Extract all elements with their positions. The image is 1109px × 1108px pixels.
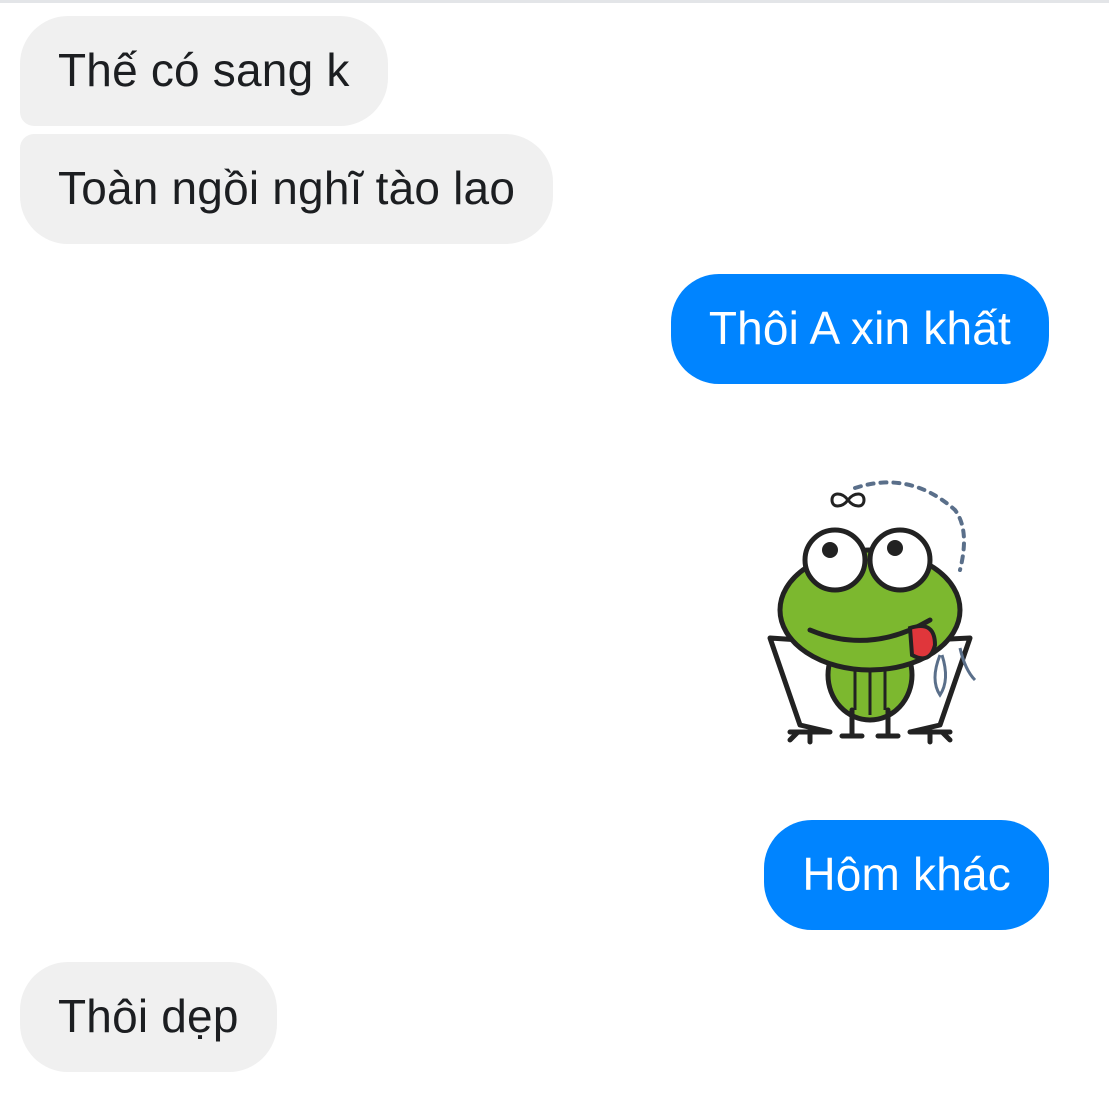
message-bubble-incoming[interactable]: Toàn ngồi nghĩ tào lao — [20, 134, 554, 244]
message-bubble-incoming[interactable]: Thế có sang k — [20, 16, 388, 126]
chat-screen: Thế có sang k Toàn ngồi nghĩ tào lao Thô… — [0, 0, 1109, 1108]
message-text: Hôm khác — [802, 848, 1011, 900]
frog-sticker-icon — [767, 480, 977, 745]
message-bubble-incoming[interactable]: Thôi dẹp — [20, 962, 277, 1072]
message-text: Thôi A xin khất — [708, 302, 1011, 354]
top-divider — [0, 0, 1109, 3]
message-text: Toàn ngồi nghĩ tào lao — [58, 162, 516, 214]
message-bubble-outgoing[interactable]: Hôm khác — [764, 820, 1049, 930]
message-text: Thôi dẹp — [58, 990, 239, 1042]
message-text: Thế có sang k — [58, 44, 350, 96]
frog-sticker[interactable] — [760, 470, 980, 750]
message-bubble-outgoing[interactable]: Thôi A xin khất — [670, 274, 1049, 384]
